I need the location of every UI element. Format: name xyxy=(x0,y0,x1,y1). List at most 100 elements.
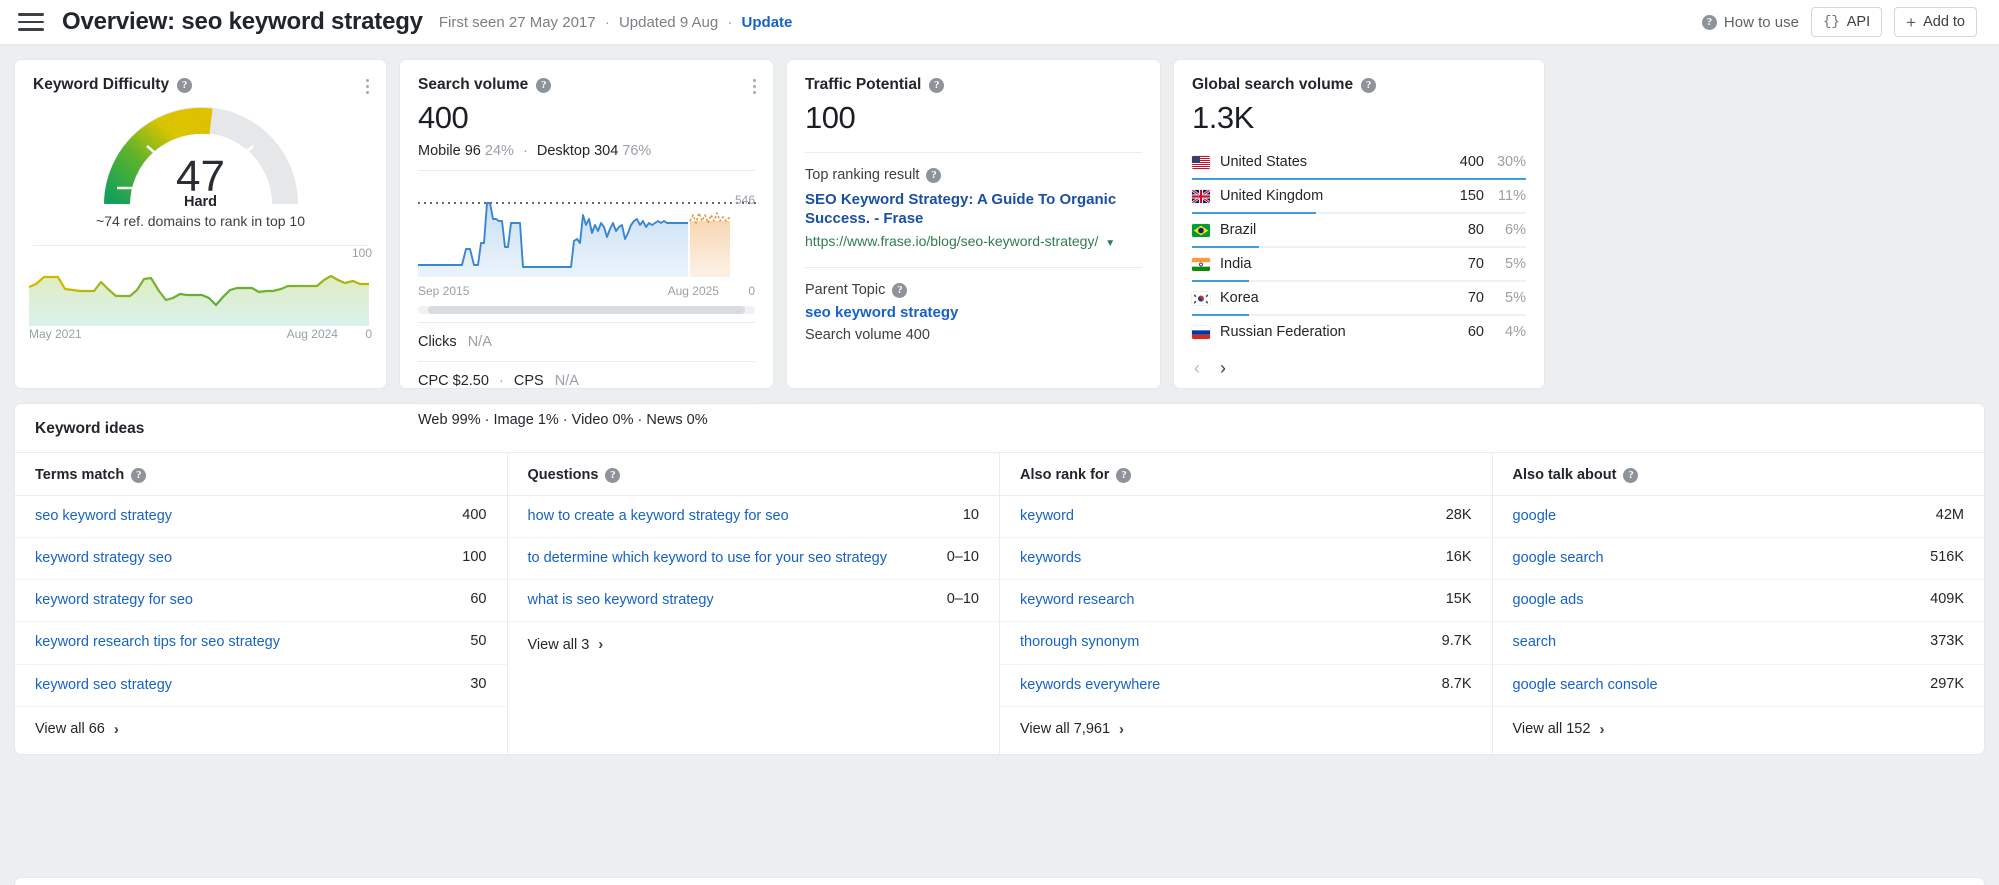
tp-parent-topic[interactable]: seo keyword strategy xyxy=(787,298,1160,321)
how-to-use-button[interactable]: ? How to use xyxy=(1701,14,1799,31)
keyword-link[interactable]: keyword strategy for seo xyxy=(35,591,458,610)
gsv-country-name[interactable]: United Kingdom xyxy=(1220,188,1440,204)
keyword-link[interactable]: google search console xyxy=(1513,676,1919,695)
keyword-ideas-column: Terms match? seo keyword strategy 400 keywo… xyxy=(15,453,508,754)
view-all-link[interactable]: View all 66 › xyxy=(15,707,507,744)
tp-help-icon[interactable]: ? xyxy=(929,77,945,93)
gsv-country-row[interactable]: United Kingdom 150 11% xyxy=(1192,180,1526,214)
keyword-idea-row[interactable]: how to create a keyword strategy for seo… xyxy=(507,496,999,539)
view-all-link[interactable]: View all 7,961 › xyxy=(1000,707,1492,744)
sv-clicks-value: N/A xyxy=(467,334,492,350)
chevron-down-icon[interactable]: ▼ xyxy=(1105,238,1115,249)
keyword-link[interactable]: what is seo keyword strategy xyxy=(528,591,935,610)
kd-card-header: Keyword Difficulty ? xyxy=(15,60,386,94)
keyword-link[interactable]: keyword xyxy=(1020,507,1434,526)
sv-more-options-icon[interactable] xyxy=(750,76,759,97)
view-all-link[interactable]: View all 152 › xyxy=(1493,707,1985,744)
keyword-link[interactable]: google xyxy=(1513,507,1924,526)
api-button[interactable]: {} API xyxy=(1810,7,1883,37)
gsv-country-name[interactable]: India xyxy=(1220,256,1440,272)
keyword-idea-row[interactable]: keyword seo strategy 30 xyxy=(15,665,507,707)
gsv-country-value: 70 xyxy=(1467,256,1484,272)
sv-split-sep: · xyxy=(522,143,528,159)
kd-value: 47 xyxy=(176,152,225,201)
gsv-country-percent: 6% xyxy=(1505,222,1526,238)
kd-ref-domains-text: ~74 ref. domains to rank in top 10 xyxy=(96,213,305,229)
gsv-country-row[interactable]: United States 400 30% xyxy=(1192,146,1526,180)
kd-help-icon[interactable]: ? xyxy=(177,77,193,93)
keyword-link[interactable]: keywords everywhere xyxy=(1020,676,1430,695)
gsv-country-name[interactable]: Brazil xyxy=(1220,222,1440,238)
column-help-icon[interactable]: ? xyxy=(131,467,147,483)
view-all-link[interactable]: View all 3 › xyxy=(508,622,1000,659)
gsv-country-name[interactable]: Russian Federation xyxy=(1220,324,1440,340)
keyword-idea-row[interactable]: keywords everywhere 8.7K xyxy=(1000,665,1492,707)
keyword-ideas-column: Also talk about? google 42M google search 51… xyxy=(1492,453,1985,754)
gsv-country-row[interactable]: Korea 70 5% xyxy=(1192,282,1526,316)
keyword-idea-row[interactable]: keyword strategy seo 100 xyxy=(15,538,507,581)
keyword-idea-row[interactable]: google search console 297K xyxy=(1492,665,1984,707)
gsv-country-name[interactable]: Korea xyxy=(1220,290,1440,306)
keyword-idea-row[interactable]: keyword research tips for seo strategy 50 xyxy=(15,622,507,665)
keyword-idea-row[interactable]: thorough synonym 9.7K xyxy=(1000,622,1492,665)
keyword-link[interactable]: keyword strategy seo xyxy=(35,549,450,568)
column-help-icon[interactable]: ? xyxy=(605,467,621,483)
add-to-button[interactable]: + Add to xyxy=(1894,7,1977,37)
metric-cards-row: Keyword Difficulty ? 47 Hard ~74 ref. do… xyxy=(0,45,1999,428)
keyword-idea-row[interactable]: what is seo keyword strategy 0–10 xyxy=(507,580,999,623)
keyword-link[interactable]: thorough synonym xyxy=(1020,633,1430,652)
tp-top-ranking-help-icon[interactable]: ? xyxy=(926,167,942,183)
keyword-idea-row[interactable]: keywords 16K xyxy=(1000,538,1492,581)
menu-icon[interactable] xyxy=(18,9,44,35)
keyword-idea-row[interactable]: keyword 28K xyxy=(1000,496,1492,539)
keyword-volume: 100 xyxy=(462,549,487,566)
flag-icon-ru xyxy=(1192,325,1210,339)
keyword-link[interactable]: how to create a keyword strategy for seo xyxy=(528,507,951,526)
keyword-idea-row[interactable]: google 42M xyxy=(1492,496,1984,539)
keyword-link[interactable]: to determine which keyword to use for yo… xyxy=(528,549,935,568)
gsv-help-icon[interactable]: ? xyxy=(1361,77,1377,93)
keyword-link[interactable]: google search xyxy=(1513,549,1919,568)
keyword-idea-row[interactable]: seo keyword strategy 400 xyxy=(15,496,507,539)
sv-chart-axis: Sep 2015 Aug 2025 0 xyxy=(400,284,773,298)
sv-chart-scroll-thumb[interactable] xyxy=(428,306,745,314)
keyword-link[interactable]: seo keyword strategy xyxy=(35,507,450,526)
keyword-link[interactable]: keyword research xyxy=(1020,591,1434,610)
gsv-prev-icon[interactable]: ‹ xyxy=(1194,358,1200,379)
tp-top-ranking-label: Top ranking result xyxy=(805,167,920,183)
keyword-link[interactable]: search xyxy=(1513,633,1919,652)
gsv-next-icon[interactable]: › xyxy=(1220,358,1226,379)
sv-chart-scrollbar[interactable] xyxy=(418,306,755,314)
tp-parent-topic-help-icon[interactable]: ? xyxy=(892,282,908,298)
kd-more-options-icon[interactable] xyxy=(363,76,372,97)
keyword-idea-row[interactable]: keyword research 15K xyxy=(1000,580,1492,623)
gsv-country-row[interactable]: Russian Federation 60 4% xyxy=(1192,316,1526,350)
keyword-idea-row[interactable]: search 373K xyxy=(1492,622,1984,665)
gsv-country-row[interactable]: Brazil 80 6% xyxy=(1192,214,1526,248)
column-help-icon[interactable]: ? xyxy=(1116,467,1132,483)
keyword-idea-row[interactable]: keyword strategy for seo 60 xyxy=(15,580,507,623)
keyword-idea-row[interactable]: google ads 409K xyxy=(1492,580,1984,623)
app-root: Overview: seo keyword strategy First see… xyxy=(0,0,1999,885)
update-link[interactable]: Update xyxy=(742,14,793,31)
tp-top-ranking-url-row[interactable]: https://www.frase.io/blog/seo-keyword-st… xyxy=(787,228,1160,249)
sv-title: Search volume xyxy=(418,76,529,93)
chevron-right-icon: › xyxy=(113,720,119,738)
keyword-link[interactable]: keyword research tips for seo strategy xyxy=(35,633,458,652)
tp-top-ranking-url: https://www.frase.io/blog/seo-keyword-st… xyxy=(805,233,1099,250)
keyword-volume: 30 xyxy=(470,675,487,692)
keyword-idea-row[interactable]: google search 516K xyxy=(1492,538,1984,581)
gsv-country-name[interactable]: United States xyxy=(1220,154,1440,170)
search-volume-card: Search volume ? 400 Mobile 96 24% · Desk… xyxy=(399,59,774,428)
keyword-link[interactable]: google ads xyxy=(1513,591,1919,610)
keyword-idea-row[interactable]: to determine which keyword to use for yo… xyxy=(507,538,999,581)
chevron-right-icon: › xyxy=(1599,720,1605,738)
column-help-icon[interactable]: ? xyxy=(1623,467,1639,483)
keyword-link[interactable]: keyword seo strategy xyxy=(35,676,458,695)
kd-chart-xend-group: Aug 2024 0 xyxy=(287,327,372,341)
sv-help-icon[interactable]: ? xyxy=(536,77,552,93)
keyword-link[interactable]: keywords xyxy=(1020,549,1434,568)
gsv-country-row[interactable]: India 70 5% xyxy=(1192,248,1526,282)
plus-icon: + xyxy=(1906,12,1917,32)
tp-top-ranking-title[interactable]: SEO Keyword Strategy: A Guide To Organic… xyxy=(787,183,1160,228)
